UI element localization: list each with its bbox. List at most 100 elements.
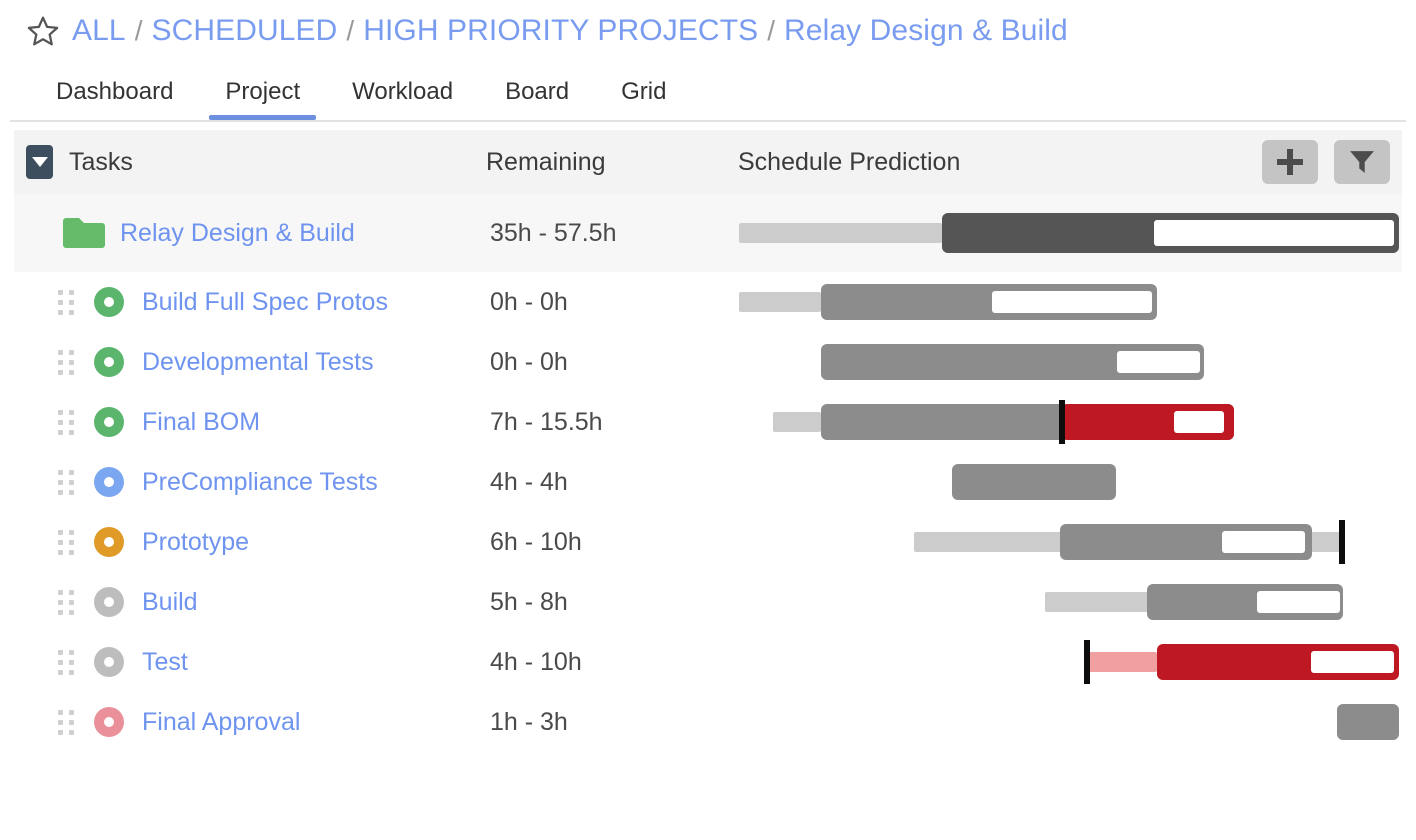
circle-status-icon: [94, 347, 124, 377]
funnel-icon: [1349, 150, 1375, 174]
gantt-milestone-marker: [1059, 400, 1065, 444]
gantt-app-window: ALL / SCHEDULED / HIGH PRIORITY PROJECTS…: [0, 0, 1416, 840]
gantt-trail-segment: [1310, 532, 1342, 552]
table-row[interactable]: Build 5h - 8h: [14, 572, 1402, 632]
remaining-value: 6h - 10h: [490, 528, 582, 557]
table-row[interactable]: Final BOM 7h - 15.5h: [14, 392, 1402, 452]
gantt-milestone-marker: [1084, 640, 1090, 684]
tab-board[interactable]: Board: [479, 78, 595, 120]
task-name-link[interactable]: Test: [142, 648, 188, 677]
gantt-main-bar[interactable]: [1147, 584, 1343, 620]
table-row[interactable]: PreCompliance Tests 4h - 4h: [14, 452, 1402, 512]
gantt-inset-marker: [1257, 591, 1340, 613]
table-row[interactable]: Prototype 6h - 10h: [14, 512, 1402, 572]
tabs-divider: [10, 120, 1406, 122]
gantt-milestone-marker: [1339, 520, 1345, 564]
gantt-bar: [14, 632, 1402, 692]
filter-button[interactable]: [1334, 140, 1390, 184]
drag-handle-icon[interactable]: [58, 529, 76, 555]
remaining-value: 0h - 0h: [490, 288, 568, 317]
drag-handle-icon[interactable]: [58, 709, 76, 735]
gantt-main-bar[interactable]: [952, 464, 1116, 500]
folder-icon: [62, 216, 106, 250]
remaining-value: 1h - 3h: [490, 708, 568, 737]
drag-handle-icon[interactable]: [58, 589, 76, 615]
table-row[interactable]: Build Full Spec Protos 0h - 0h: [14, 272, 1402, 332]
gantt-inset-marker: [992, 291, 1152, 313]
task-name-link[interactable]: PreCompliance Tests: [142, 468, 378, 497]
gantt-lead-segment: [914, 532, 1062, 552]
view-tabs: Dashboard Project Workload Board Grid: [0, 62, 1416, 120]
table-row[interactable]: Test 4h - 10h: [14, 632, 1402, 692]
gantt-bar: [14, 572, 1402, 632]
column-header-tasks: Tasks: [69, 148, 133, 177]
circle-status-icon: [94, 707, 124, 737]
remaining-value: 7h - 15.5h: [490, 408, 603, 437]
drag-handle-icon[interactable]: [58, 469, 76, 495]
drag-handle-icon[interactable]: [58, 649, 76, 675]
task-name-link[interactable]: Build Full Spec Protos: [142, 288, 388, 317]
breadcrumb-item-high-priority-projects[interactable]: HIGH PRIORITY PROJECTS: [363, 14, 758, 48]
gantt-main-bar[interactable]: [821, 404, 1234, 440]
drag-handle-icon[interactable]: [58, 409, 76, 435]
gantt-main-bar[interactable]: [1157, 644, 1399, 680]
gantt-lead-segment: [739, 223, 942, 243]
table-row-project[interactable]: Relay Design & Build 35h - 57.5h: [14, 194, 1402, 272]
gantt-overrun-bar[interactable]: [1062, 404, 1234, 440]
task-name-link[interactable]: Developmental Tests: [142, 348, 374, 377]
tab-grid[interactable]: Grid: [595, 78, 692, 120]
task-name-link[interactable]: Prototype: [142, 528, 249, 557]
circle-status-icon: [94, 527, 124, 557]
task-name-link[interactable]: Relay Design & Build: [120, 219, 355, 248]
tab-workload[interactable]: Workload: [326, 78, 479, 120]
gantt-inset-marker: [1311, 651, 1394, 673]
circle-status-icon: [94, 287, 124, 317]
task-table: Tasks Remaining Schedule Prediction: [14, 130, 1402, 752]
gantt-main-bar[interactable]: [821, 284, 1157, 320]
breadcrumb-separator: /: [758, 15, 784, 47]
gantt-inset-marker: [1222, 531, 1305, 553]
gantt-inset-marker: [1174, 411, 1224, 433]
tab-dashboard[interactable]: Dashboard: [30, 78, 199, 120]
remaining-value: 5h - 8h: [490, 588, 568, 617]
column-header-remaining: Remaining: [486, 148, 606, 177]
drag-handle-icon[interactable]: [58, 349, 76, 375]
gantt-lead-segment: [773, 412, 821, 432]
caret-down-icon[interactable]: [26, 145, 53, 179]
table-row[interactable]: Final Approval 1h - 3h: [14, 692, 1402, 752]
breadcrumb-separator: /: [337, 15, 363, 47]
circle-status-icon: [94, 407, 124, 437]
plus-icon: [1277, 149, 1303, 175]
tab-project[interactable]: Project: [199, 78, 326, 120]
gantt-lead-segment: [1045, 592, 1150, 612]
add-task-button[interactable]: [1262, 140, 1318, 184]
breadcrumb-item-scheduled[interactable]: SCHEDULED: [151, 14, 337, 48]
table-row[interactable]: Developmental Tests 0h - 0h: [14, 332, 1402, 392]
drag-handle-icon[interactable]: [58, 289, 76, 315]
remaining-value: 4h - 10h: [490, 648, 582, 677]
gantt-lead-segment: [739, 292, 821, 312]
column-header-schedule-prediction: Schedule Prediction: [738, 148, 960, 177]
circle-status-icon: [94, 467, 124, 497]
header-actions: [1262, 140, 1390, 184]
remaining-value: 35h - 57.5h: [490, 219, 617, 248]
task-name-link[interactable]: Build: [142, 588, 198, 617]
circle-status-icon: [94, 587, 124, 617]
circle-status-icon: [94, 647, 124, 677]
task-name-link[interactable]: Final Approval: [142, 708, 300, 737]
breadcrumb-item-all[interactable]: ALL: [72, 14, 126, 48]
gantt-main-bar[interactable]: [1337, 704, 1399, 740]
remaining-value: 0h - 0h: [490, 348, 568, 377]
table-header-row: Tasks Remaining Schedule Prediction: [14, 130, 1402, 194]
star-outline-icon[interactable]: [26, 14, 60, 48]
breadcrumb: ALL / SCHEDULED / HIGH PRIORITY PROJECTS…: [0, 0, 1416, 62]
gantt-main-bar[interactable]: [942, 213, 1399, 253]
gantt-lead-segment: [1087, 652, 1157, 672]
breadcrumb-item-current[interactable]: Relay Design & Build: [784, 14, 1068, 48]
gantt-inset-marker: [1154, 220, 1394, 246]
task-name-link[interactable]: Final BOM: [142, 408, 260, 437]
gantt-inset-marker: [1117, 351, 1200, 373]
gantt-main-bar[interactable]: [821, 344, 1204, 380]
breadcrumb-separator: /: [126, 15, 152, 47]
gantt-main-bar[interactable]: [1060, 524, 1312, 560]
